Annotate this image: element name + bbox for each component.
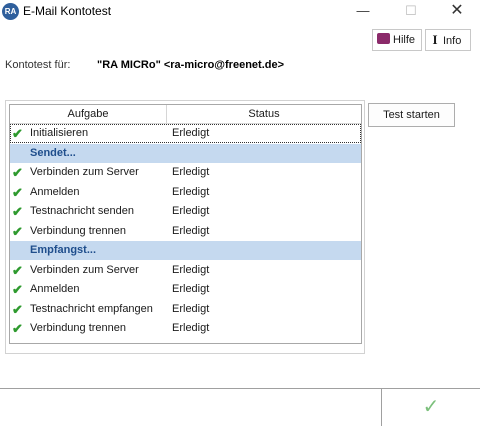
info-button[interactable]: I Info <box>425 29 471 51</box>
group-label: Empfangst... <box>30 244 97 256</box>
test-start-button[interactable]: Test starten <box>368 103 455 127</box>
account-label: Kontotest für: <box>5 59 71 71</box>
help-button[interactable]: Hilfe <box>372 29 422 51</box>
checkmark-icon: ✔ <box>12 184 23 200</box>
group-row[interactable]: Empfangst... <box>10 241 361 260</box>
task-name: Initialisieren <box>30 127 89 139</box>
task-name: Anmelden <box>30 185 80 198</box>
task-name: Testnachricht empfangen <box>30 302 153 315</box>
table-row[interactable]: ✔ Verbinden zum Server Erledigt <box>10 163 361 182</box>
table-row[interactable]: ✔ Verbinden zum Server Erledigt <box>10 261 361 280</box>
info-label: Info <box>443 35 462 47</box>
task-grid[interactable]: Aufgabe Status ✔ Initialisieren Erledigt Se… <box>9 104 362 344</box>
task-name: Verbinden zum Server <box>30 166 139 178</box>
column-header-status[interactable]: Status <box>167 105 361 124</box>
task-status: Erledigt <box>172 283 210 295</box>
table-row[interactable]: ✔ Anmelden Erledigt <box>10 280 361 299</box>
checkmark-icon: ✔ <box>12 301 23 317</box>
checkmark-icon: ✔ <box>12 165 23 180</box>
group-label: Sendet... <box>30 146 76 159</box>
checkmark-icon: ✔ <box>12 262 23 278</box>
task-name: Testnachricht senden <box>30 205 134 217</box>
app-icon: RA <box>2 3 19 20</box>
info-cursor-icon: I <box>432 32 438 47</box>
task-name: Verbindung trennen <box>30 322 127 334</box>
table-row[interactable]: ✔ Anmelden Erledigt <box>10 183 361 202</box>
checkmark-icon: ✔ <box>12 223 23 239</box>
minimize-button[interactable]: — <box>340 0 386 24</box>
task-status: Erledigt <box>172 322 210 334</box>
group-row[interactable]: Sendet... <box>10 143 361 163</box>
task-status: Erledigt <box>172 185 210 198</box>
checkmark-icon: ✔ <box>12 282 23 297</box>
task-name: Verbindung trennen <box>30 224 127 237</box>
table-row[interactable]: ✔ Testnachricht senden Erledigt <box>10 202 361 221</box>
task-status: Erledigt <box>172 263 210 276</box>
title-bar: RA E-Mail Kontotest — ☐ ✕ <box>0 0 480 24</box>
grid-header: Aufgabe Status <box>10 105 361 124</box>
table-row[interactable]: ✔ Verbindung trennen Erledigt <box>10 319 361 338</box>
task-status: Erledigt <box>172 224 210 237</box>
ok-button[interactable]: ✓ <box>382 389 480 426</box>
table-row[interactable]: ✔ Initialisieren Erledigt <box>10 124 361 143</box>
table-row[interactable]: ✔ Verbindung trennen Erledigt <box>10 222 361 241</box>
close-button[interactable]: ✕ <box>434 0 480 24</box>
help-label: Hilfe <box>393 34 416 46</box>
checkmark-icon: ✔ <box>12 126 23 141</box>
task-status: Erledigt <box>172 127 210 139</box>
column-header-task[interactable]: Aufgabe <box>10 105 167 124</box>
checkmark-icon: ✔ <box>12 321 23 336</box>
book-icon <box>377 33 390 44</box>
task-name: Verbinden zum Server <box>30 263 139 276</box>
task-status: Erledigt <box>172 166 210 178</box>
checkmark-icon: ✔ <box>12 204 23 219</box>
checkmark-icon: ✓ <box>422 396 440 418</box>
task-name: Anmelden <box>30 283 80 295</box>
account-value: "RA MICRo" <ra-micro@freenet.de> <box>97 59 285 71</box>
table-row[interactable]: ✔ Testnachricht empfangen Erledigt <box>10 300 361 319</box>
window-title: E-Mail Kontotest <box>23 4 112 18</box>
task-status: Erledigt <box>172 205 210 217</box>
maximize-button[interactable]: ☐ <box>388 0 434 24</box>
task-status: Erledigt <box>172 302 210 315</box>
